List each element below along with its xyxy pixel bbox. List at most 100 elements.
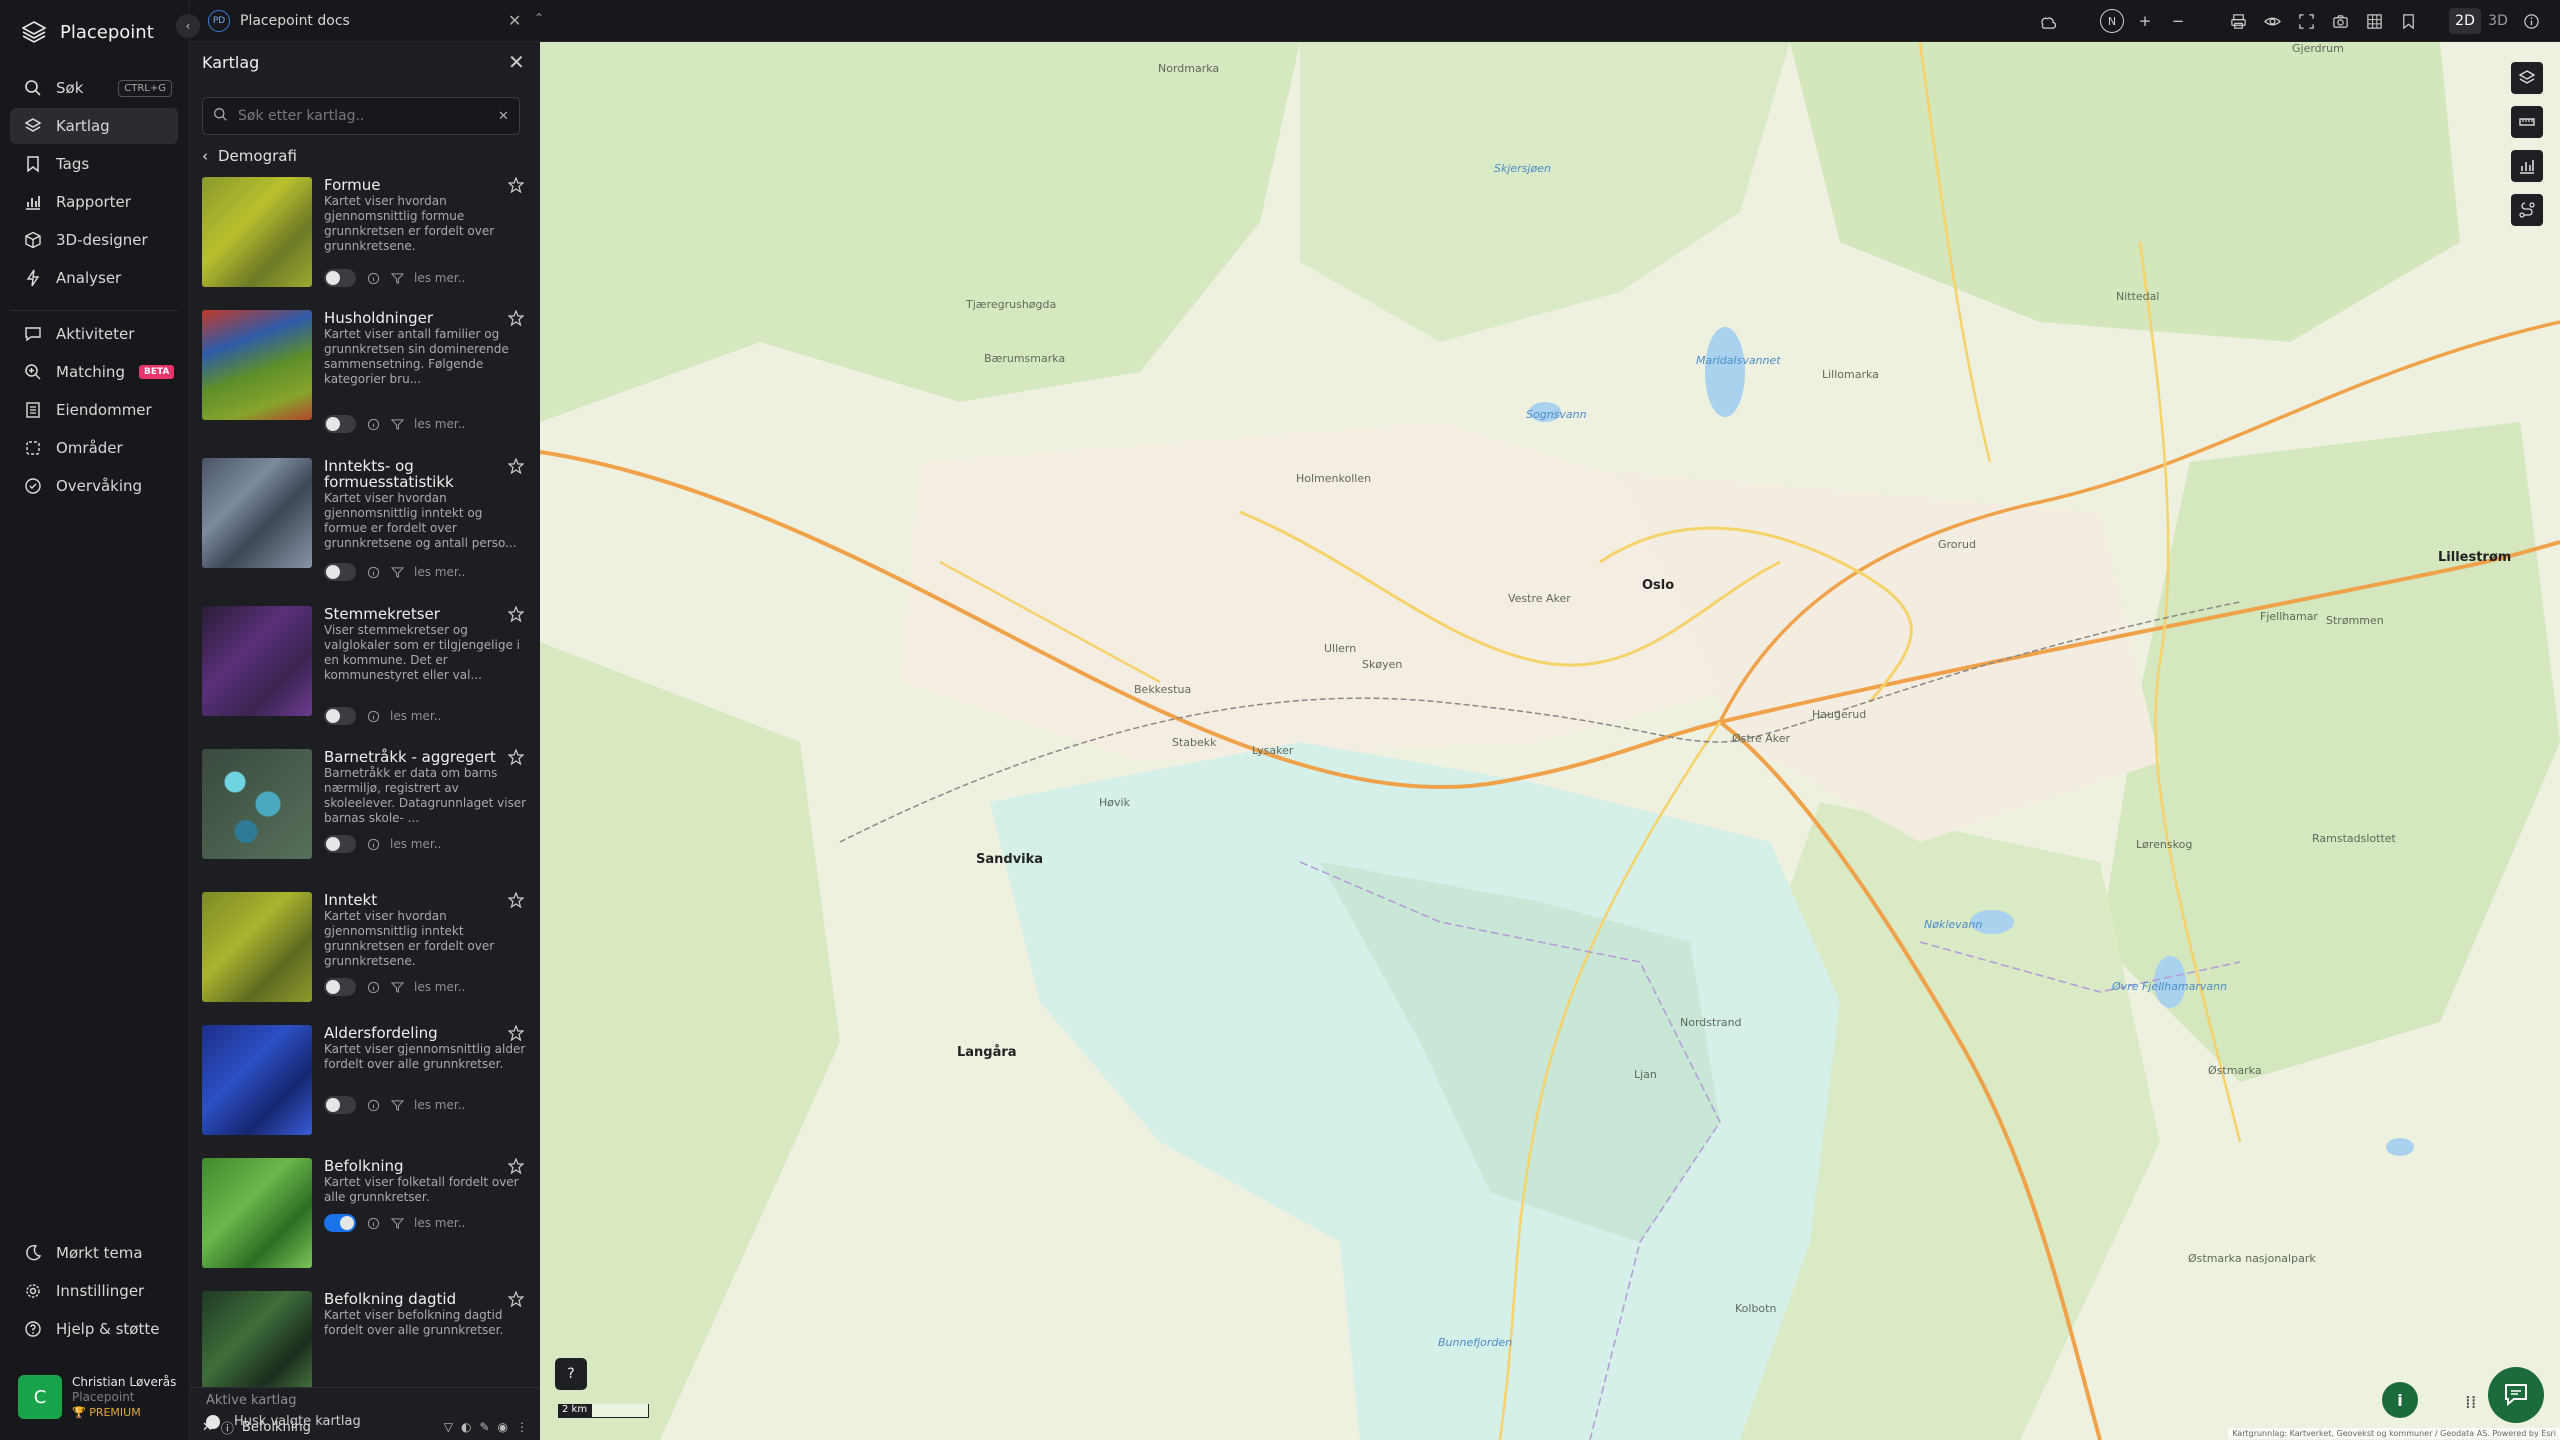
layer-toggle[interactable] xyxy=(324,1214,356,1232)
eye-icon[interactable] xyxy=(2260,9,2284,33)
remember-layers-option[interactable]: Husk valgte kartlag xyxy=(206,1414,361,1429)
bookmark-icon[interactable] xyxy=(2396,9,2420,33)
close-panel-icon[interactable]: ✕ xyxy=(508,50,525,74)
nav-item-omrader[interactable]: Områder xyxy=(10,430,178,466)
read-more-link[interactable]: les mer.. xyxy=(414,1216,465,1230)
clear-search-icon[interactable]: ✕ xyxy=(498,109,509,124)
filter-icon[interactable] xyxy=(390,271,404,285)
read-more-link[interactable]: les mer.. xyxy=(414,271,465,285)
compass-icon[interactable]: N xyxy=(2100,9,2124,33)
nav-item-matching[interactable]: Matching BETA xyxy=(10,354,178,390)
grid-icon[interactable] xyxy=(2362,9,2386,33)
map-label: Fjellhamar xyxy=(2260,610,2318,623)
legend-control-button[interactable] xyxy=(2511,62,2543,94)
info-fab-button[interactable]: i xyxy=(2382,1382,2418,1418)
read-more-link[interactable]: les mer.. xyxy=(414,1098,465,1112)
read-more-link[interactable]: les mer.. xyxy=(414,565,465,579)
camera-icon[interactable] xyxy=(2328,9,2352,33)
layer-toggle[interactable] xyxy=(324,707,356,725)
layer-name: Befolkning dagtid xyxy=(324,1290,457,1308)
layer-toggle[interactable] xyxy=(324,415,356,433)
read-more-link[interactable]: les mer.. xyxy=(390,837,441,851)
nav-item-eiendommer[interactable]: Eiendommer xyxy=(10,392,178,428)
mode-3d-button[interactable]: 3D xyxy=(2482,8,2514,34)
nav-item-aktiviteter[interactable]: Aktiviteter xyxy=(10,316,178,352)
stats-control-button[interactable] xyxy=(2511,150,2543,182)
layer-toggle[interactable] xyxy=(324,835,356,853)
map-help-button[interactable]: ? xyxy=(555,1358,587,1390)
nav-item-kartlag[interactable]: Kartlag xyxy=(10,108,178,144)
star-icon[interactable] xyxy=(507,1157,526,1176)
filter-icon[interactable] xyxy=(390,980,404,994)
star-icon[interactable] xyxy=(507,605,526,624)
nav-item-tags[interactable]: Tags xyxy=(10,146,178,182)
weather-icon[interactable] xyxy=(2035,9,2059,33)
star-icon[interactable] xyxy=(507,457,526,476)
chat-button[interactable] xyxy=(2488,1367,2544,1423)
star-icon[interactable] xyxy=(507,1024,526,1043)
star-icon[interactable] xyxy=(507,177,526,195)
layer-toggle[interactable] xyxy=(324,563,356,581)
filter-icon[interactable] xyxy=(390,565,404,579)
filter-icon[interactable] xyxy=(390,1098,404,1112)
info-circle-icon[interactable] xyxy=(2519,9,2543,33)
star-icon[interactable] xyxy=(507,1290,526,1309)
mode-2d-button[interactable]: 2D xyxy=(2449,8,2481,34)
nav-item-3d-designer[interactable]: 3D-designer xyxy=(10,222,178,258)
layer-toggle[interactable] xyxy=(324,269,356,287)
info-icon[interactable] xyxy=(366,565,380,579)
eye-icon[interactable]: ◉ xyxy=(498,1420,508,1434)
star-icon[interactable] xyxy=(507,891,526,910)
nav-item-dark-theme[interactable]: Mørkt tema xyxy=(10,1235,178,1271)
more-vertical-icon[interactable]: ⋮ xyxy=(516,1420,528,1434)
layer-search-input[interactable] xyxy=(238,108,488,124)
read-more-link[interactable]: les mer.. xyxy=(414,980,465,994)
zoom-out-button[interactable]: − xyxy=(2166,9,2190,33)
nav-item-help[interactable]: Hjelp & støtte xyxy=(10,1311,178,1347)
map-label: Lysaker xyxy=(1252,744,1294,757)
info-icon[interactable] xyxy=(366,709,380,723)
measure-control-button[interactable] xyxy=(2511,106,2543,138)
info-icon[interactable] xyxy=(366,1098,380,1112)
nav-item-settings[interactable]: Innstillinger xyxy=(10,1273,178,1309)
nav-item-rapporter[interactable]: Rapporter xyxy=(10,184,178,220)
chevron-left-icon: ‹ xyxy=(185,19,191,33)
user-org: Placepoint xyxy=(72,1389,135,1404)
nav-item-label: Innstillinger xyxy=(56,1282,145,1300)
drag-grip-icon[interactable]: ⁞⁞ xyxy=(2465,1392,2476,1413)
info-icon[interactable] xyxy=(366,1216,380,1230)
opacity-icon[interactable]: ◐ xyxy=(461,1420,471,1434)
map-canvas[interactable]: Oslo Sandvika Lillestrøm Langåra Holmenk… xyxy=(540,42,2560,1440)
collapse-nav-button[interactable]: ‹ xyxy=(176,14,200,38)
user-profile[interactable]: C Christian Løverås Placepoint 🏆 PREMIUM xyxy=(18,1372,183,1422)
map-label: Bekkestua xyxy=(1134,683,1192,696)
close-doc-icon[interactable]: ✕ xyxy=(508,11,521,30)
remember-radio[interactable] xyxy=(206,1414,220,1429)
info-icon[interactable] xyxy=(366,837,380,851)
print-icon[interactable] xyxy=(2226,9,2250,33)
nav-item-overvaking[interactable]: Overvåking xyxy=(10,468,178,504)
zoom-in-button[interactable]: + xyxy=(2133,9,2157,33)
filter-icon[interactable]: ▽ xyxy=(444,1420,453,1434)
info-icon[interactable] xyxy=(366,980,380,994)
breadcrumb[interactable]: ‹ Demografi xyxy=(202,147,297,165)
info-icon[interactable] xyxy=(366,417,380,431)
star-icon[interactable] xyxy=(507,309,526,328)
chevron-updown-icon[interactable]: ⌃ xyxy=(534,11,544,25)
nav-item-analyser[interactable]: Analyser xyxy=(10,260,178,296)
layer-toggle[interactable] xyxy=(324,1096,356,1114)
fullscreen-icon[interactable] xyxy=(2294,9,2318,33)
read-more-link[interactable]: les mer.. xyxy=(390,709,441,723)
brand[interactable]: Placepoint xyxy=(0,0,189,64)
info-icon[interactable] xyxy=(366,271,380,285)
filter-icon[interactable] xyxy=(390,417,404,431)
layer-description: Kartet viser gjennomsnittlig alder forde… xyxy=(324,1042,526,1071)
layer-toggle[interactable] xyxy=(324,978,356,996)
filter-icon[interactable] xyxy=(390,1216,404,1230)
nav-item-search[interactable]: Søk CTRL+G xyxy=(10,70,178,106)
document-tab[interactable]: PD Placepoint docs ✕ ⌃ xyxy=(208,7,544,35)
edit-icon[interactable]: ✎ xyxy=(479,1420,489,1434)
star-icon[interactable] xyxy=(507,748,526,767)
route-control-button[interactable] xyxy=(2511,194,2543,226)
read-more-link[interactable]: les mer.. xyxy=(414,417,465,431)
